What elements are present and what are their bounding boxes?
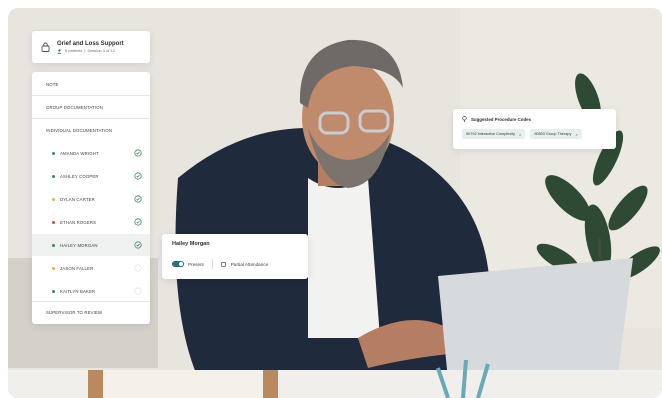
- check-circle-icon: [134, 287, 142, 295]
- client-name: KAITLYN BAKER: [60, 288, 96, 294]
- attendance-options: Present Partial Attendance: [172, 259, 298, 269]
- client-name: JASON FALLER: [60, 265, 94, 271]
- status-dot-icon: [52, 151, 55, 155]
- documentation-nav: NOTE GROUP DOCUMENTATION INDIVIDUAL DOCU…: [32, 72, 150, 324]
- status-dot-icon: [52, 197, 55, 201]
- patient-count: 6 patients: [65, 48, 83, 53]
- client-row[interactable]: ASHLEY COOPER: [32, 165, 150, 187]
- present-toggle[interactable]: [172, 261, 184, 267]
- nav-individual-documentation[interactable]: INDIVIDUAL DOCUMENTATION: [32, 119, 150, 141]
- present-label: Present: [188, 261, 204, 267]
- client-name: AMANDA WRIGHT: [60, 150, 99, 156]
- hero-image: Grief and Loss Support 6 patients | Sess…: [8, 8, 662, 398]
- status-dot-icon: [52, 243, 55, 247]
- client-name: ASHLEY COOPER: [60, 173, 99, 179]
- status-dot-icon: [52, 174, 55, 178]
- nav-group-documentation[interactable]: GROUP DOCUMENTATION: [32, 96, 150, 118]
- remove-chip-icon[interactable]: ×: [519, 132, 521, 137]
- lightbulb-icon: [462, 116, 467, 122]
- chip-label: 90853 Group Therapy: [534, 132, 572, 136]
- option-divider: [211, 259, 213, 269]
- procedure-codes-title: Suggested Procedure Codes: [471, 116, 532, 122]
- meta-separator: |: [84, 48, 86, 53]
- client-row[interactable]: HAILEY MORGAN: [32, 234, 150, 256]
- check-circle-icon: [134, 264, 142, 272]
- procedure-codes-header: Suggested Procedure Codes: [462, 116, 607, 122]
- nav-note[interactable]: NOTE: [32, 73, 150, 95]
- client-row[interactable]: JASON FALLER: [32, 257, 150, 279]
- procedure-code-chip[interactable]: 90792 Interactive Complexity ×: [462, 129, 526, 139]
- status-dot-icon: [52, 220, 55, 224]
- lock-icon: [41, 42, 50, 52]
- client-name: ETHAN ROGERS: [60, 219, 97, 225]
- code-chips: 90792 Interactive Complexity × 90853 Group…: [462, 129, 607, 139]
- chip-label: 90792 Interactive Complexity: [466, 132, 515, 136]
- group-meta: 6 patients | Session 3 of 12: [57, 48, 124, 54]
- client-row[interactable]: DYLAN CARTER: [32, 188, 150, 210]
- check-circle-icon: [134, 149, 142, 157]
- group-title: Grief and Loss Support: [57, 41, 124, 47]
- remove-chip-icon[interactable]: ×: [575, 132, 577, 137]
- procedure-code-chip[interactable]: 90853 Group Therapy ×: [530, 129, 582, 139]
- attendance-popover: Hailey Morgan Present Partial Attendance: [162, 234, 308, 279]
- person-icon: [57, 48, 62, 54]
- partial-attendance-label: Partial Attendance: [230, 261, 269, 267]
- group-header-card[interactable]: Grief and Loss Support 6 patients | Sess…: [32, 31, 150, 63]
- client-row[interactable]: ETHAN ROGERS: [32, 211, 150, 233]
- partial-attendance-checkbox[interactable]: [220, 261, 226, 267]
- client-name: HAILEY MORGAN: [60, 242, 98, 248]
- status-dot-icon: [52, 289, 55, 293]
- check-circle-icon: [134, 241, 142, 249]
- check-circle-icon: [134, 195, 142, 203]
- status-dot-icon: [52, 266, 55, 270]
- session-info: Session 3 of 12: [87, 48, 115, 53]
- client-name: DYLAN CARTER: [60, 196, 95, 202]
- nav-supervisor-review[interactable]: SUPERVISOR TO REVIEW: [32, 301, 150, 323]
- client-row[interactable]: AMANDA WRIGHT: [32, 142, 150, 164]
- attendance-client-name: Hailey Morgan: [172, 241, 210, 247]
- client-row[interactable]: KAITLYN BAKER: [32, 280, 150, 302]
- check-circle-icon: [134, 218, 142, 226]
- procedure-codes-card: Suggested Procedure Codes 90792 Interact…: [453, 109, 616, 149]
- check-circle-icon: [134, 172, 142, 180]
